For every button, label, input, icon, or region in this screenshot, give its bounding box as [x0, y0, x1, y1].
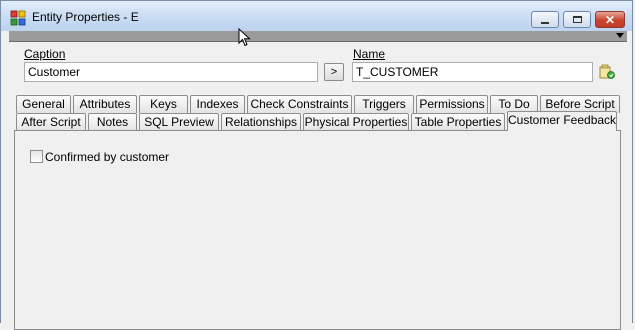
tab-relationships[interactable]: Relationships: [221, 113, 301, 131]
minimize-button[interactable]: [531, 11, 559, 28]
naming-rule-icon[interactable]: [599, 64, 615, 80]
tab-physical-properties[interactable]: Physical Properties: [303, 113, 409, 131]
close-button[interactable]: ✕: [595, 11, 625, 28]
maximize-icon: [572, 16, 582, 23]
confirmed-by-customer-checkbox[interactable]: [30, 150, 43, 163]
tab-permissions[interactable]: Permissions: [416, 95, 488, 113]
dropdown-arrow-icon[interactable]: [616, 33, 624, 38]
window-title: Entity Properties - E: [32, 10, 139, 24]
entity-app-icon: [10, 10, 26, 26]
minimize-icon: [541, 21, 549, 24]
name-label: Name: [353, 47, 386, 61]
entity-properties-window: Entity Properties - E ✕ Caption > Name G…: [0, 0, 633, 330]
copy-caption-label: >: [330, 66, 338, 78]
mouse-cursor-icon: [238, 28, 251, 47]
tab-general[interactable]: General: [16, 95, 71, 113]
copy-caption-button[interactable]: >: [324, 63, 344, 81]
close-icon: ✕: [604, 12, 616, 27]
tab-customer-feedback[interactable]: Customer Feedback: [507, 111, 617, 131]
tab-indexes[interactable]: Indexes: [190, 95, 245, 113]
confirmed-by-customer-label[interactable]: Confirmed by customer: [45, 150, 169, 164]
tab-check-constraints[interactable]: Check Constraints: [247, 95, 352, 113]
caption-input[interactable]: [24, 62, 318, 82]
caption-label: Caption: [24, 47, 66, 61]
tab-triggers[interactable]: Triggers: [354, 95, 414, 113]
name-input[interactable]: [352, 62, 593, 82]
tab-keys[interactable]: Keys: [139, 95, 188, 113]
tab-notes[interactable]: Notes: [88, 113, 137, 131]
tab-after-script[interactable]: After Script: [16, 113, 86, 131]
tab-table-properties[interactable]: Table Properties: [411, 113, 505, 131]
tab-sql-preview[interactable]: SQL Preview: [139, 113, 219, 131]
maximize-button[interactable]: [563, 11, 591, 28]
toolbar-strip[interactable]: [9, 31, 627, 42]
title-bar[interactable]: Entity Properties - E ✕: [1, 1, 632, 31]
tab-attributes[interactable]: Attributes: [73, 95, 137, 113]
